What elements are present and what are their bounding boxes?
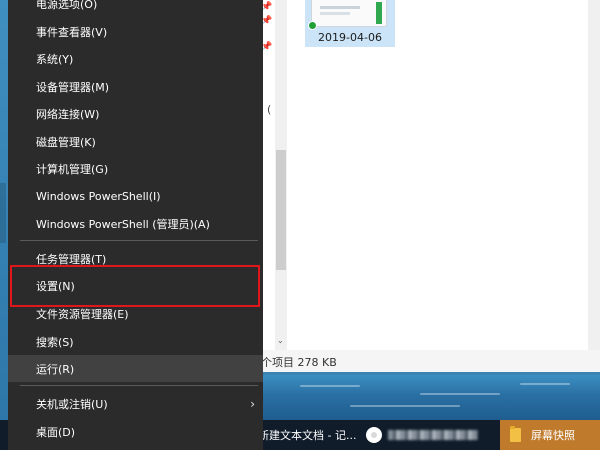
menu-separator bbox=[20, 240, 258, 241]
menu-item-computer-management[interactable]: 计算机管理(G) bbox=[8, 155, 263, 182]
taskbar-chat-button[interactable] bbox=[366, 420, 494, 450]
menu-item-file-explorer[interactable]: 文件资源管理器(E) bbox=[8, 300, 263, 327]
taskbar-screenshot-label: 屏幕快照 bbox=[531, 429, 575, 442]
menu-item-desktop[interactable]: 桌面(D) bbox=[8, 418, 263, 445]
blurred-title bbox=[388, 430, 478, 440]
menu-item-label: 网络连接(W) bbox=[36, 107, 100, 121]
winx-context-menu: 电源选项(O) 事件查看器(V) 系统(Y) 设备管理器(M) 网络连接(W) … bbox=[8, 0, 263, 450]
file-explorer-window: 📌 📌 📌 ( ⌄ 2019-04-06 个项目 278 KB bbox=[255, 0, 600, 372]
taskbar-notepad-button[interactable]: 新建文本文档 - 记... bbox=[258, 420, 358, 450]
menu-item-event-viewer[interactable]: 事件查看器(V) bbox=[8, 18, 263, 45]
menu-item-label: 电源选项(O) bbox=[36, 0, 98, 11]
menu-item-label: 事件查看器(V) bbox=[36, 25, 108, 39]
menu-item-label: 系统(Y) bbox=[36, 52, 74, 66]
chat-app-icon bbox=[366, 427, 382, 443]
nav-partial-text: ( bbox=[267, 103, 272, 116]
menu-item-powershell-admin[interactable]: Windows PowerShell (管理员)(A) bbox=[8, 210, 263, 237]
status-bar: 个项目 278 KB bbox=[255, 350, 600, 372]
menu-item-label: 设置(N) bbox=[36, 280, 75, 293]
menu-item-power-options[interactable]: 电源选项(O) bbox=[8, 0, 263, 17]
menu-item-label: Windows PowerShell (管理员)(A) bbox=[36, 217, 210, 231]
menu-item-system[interactable]: 系统(Y) bbox=[8, 45, 263, 72]
chevron-down-icon[interactable]: ⌄ bbox=[277, 336, 284, 345]
menu-item-label: 计算机管理(G) bbox=[36, 162, 109, 176]
nav-scrollbar[interactable]: ⌄ bbox=[275, 0, 287, 350]
taskbar-notepad-label: 新建文本文档 - 记... bbox=[258, 429, 357, 442]
taskbar-screenshot-folder-button[interactable]: 屏幕快照 bbox=[500, 420, 600, 450]
menu-item-shutdown-signout[interactable]: 关机或注销(U) › bbox=[8, 390, 263, 417]
menu-item-label: 关机或注销(U) bbox=[36, 397, 108, 411]
file-content-pane: 2019-04-06 bbox=[293, 0, 600, 350]
folder-icon bbox=[510, 426, 521, 442]
menu-item-label: 桌面(D) bbox=[36, 425, 76, 439]
menu-item-label: 任务管理器(T) bbox=[36, 252, 107, 266]
menu-separator bbox=[20, 385, 258, 386]
status-text: 个项目 278 KB bbox=[261, 356, 337, 369]
menu-item-label: 运行(R) bbox=[36, 362, 75, 376]
menu-item-run[interactable]: 运行(R) bbox=[8, 355, 263, 382]
file-name-label: 2019-04-06 bbox=[318, 31, 382, 44]
menu-item-label: 文件资源管理器(E) bbox=[36, 307, 129, 321]
menu-item-label: 磁盘管理(K) bbox=[36, 135, 96, 149]
menu-item-search[interactable]: 搜索(S) bbox=[8, 328, 263, 355]
menu-item-disk-management[interactable]: 磁盘管理(K) bbox=[8, 128, 263, 155]
menu-item-device-manager[interactable]: 设备管理器(M) bbox=[8, 73, 263, 100]
content-scrollbar[interactable] bbox=[588, 0, 600, 350]
desktop-edge bbox=[0, 0, 8, 420]
menu-item-label: 设备管理器(M) bbox=[36, 80, 110, 94]
chevron-right-icon: › bbox=[250, 397, 255, 411]
menu-item-network-connections[interactable]: 网络连接(W) bbox=[8, 100, 263, 127]
menu-item-label: 搜索(S) bbox=[36, 335, 74, 349]
sync-status-icon bbox=[308, 21, 317, 30]
file-tile[interactable]: 2019-04-06 bbox=[305, 0, 395, 47]
menu-item-powershell[interactable]: Windows PowerShell(I) bbox=[8, 183, 263, 210]
file-thumbnail bbox=[311, 0, 387, 27]
menu-item-label: Windows PowerShell(I) bbox=[36, 190, 161, 203]
scrollbar-thumb[interactable] bbox=[276, 150, 286, 270]
